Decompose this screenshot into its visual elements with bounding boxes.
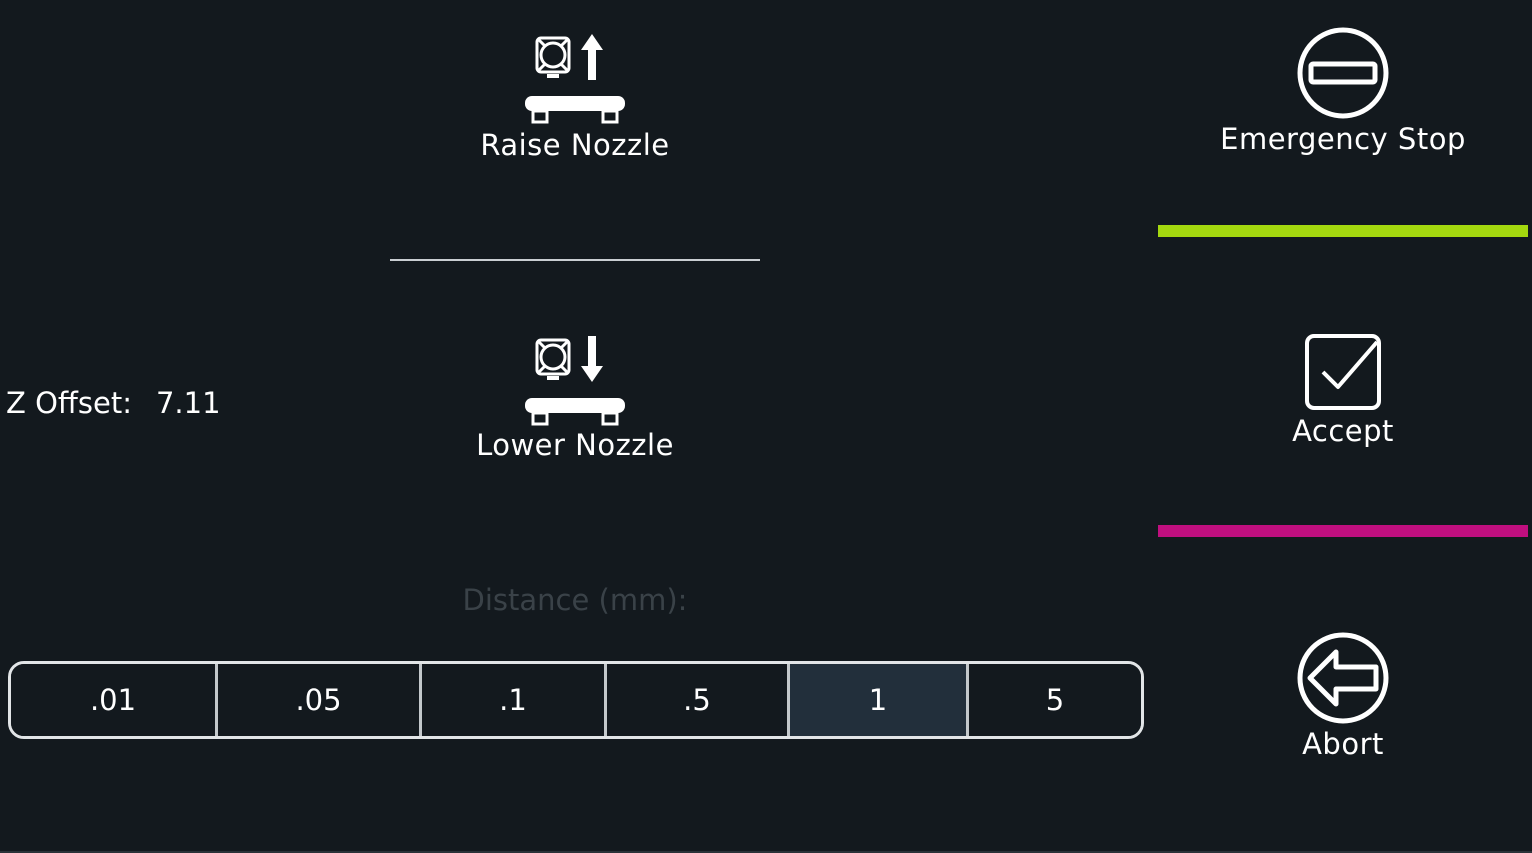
z-offset-value: 7.11 (155, 386, 221, 420)
lower-nozzle-button[interactable]: Lower Nozzle (420, 330, 730, 490)
divider (390, 259, 760, 261)
distance-option[interactable]: 1 (787, 664, 966, 736)
distance-option[interactable]: .5 (604, 664, 787, 736)
abort-button[interactable]: Abort (1158, 631, 1528, 761)
emergency-stop-label: Emergency Stop (1220, 122, 1466, 156)
nozzle-up-icon (525, 34, 625, 124)
z-offset-label: Z Offset: (6, 386, 132, 420)
distance-option[interactable]: .1 (419, 664, 604, 736)
abort-label: Abort (1302, 727, 1384, 761)
magenta-separator (1158, 525, 1528, 537)
nozzle-down-icon (525, 336, 625, 426)
raise-nozzle-button[interactable]: Raise Nozzle (420, 28, 730, 188)
distance-option[interactable]: 5 (966, 664, 1141, 736)
accept-button[interactable]: Accept (1158, 332, 1528, 448)
distance-label: Distance (mm): (462, 583, 688, 617)
distance-selector: .01 .05 .1 .5 1 5 (8, 661, 1144, 739)
distance-option[interactable]: .01 (11, 664, 215, 736)
checkbox-check-icon (1305, 334, 1381, 410)
green-separator (1158, 225, 1528, 237)
z-offset-readout: Z Offset: 7.11 (6, 386, 221, 420)
accept-label: Accept (1292, 414, 1394, 448)
z-offset-calibration-screen: Raise Nozzle Z Offset: 7.11 Lower Nozzle … (0, 0, 1532, 853)
emergency-stop-icon (1297, 27, 1389, 119)
arrow-left-circle-icon (1297, 632, 1389, 724)
raise-nozzle-label: Raise Nozzle (480, 128, 670, 162)
distance-option[interactable]: .05 (215, 664, 419, 736)
lower-nozzle-label: Lower Nozzle (476, 428, 674, 462)
emergency-stop-button[interactable]: Emergency Stop (1158, 26, 1528, 156)
